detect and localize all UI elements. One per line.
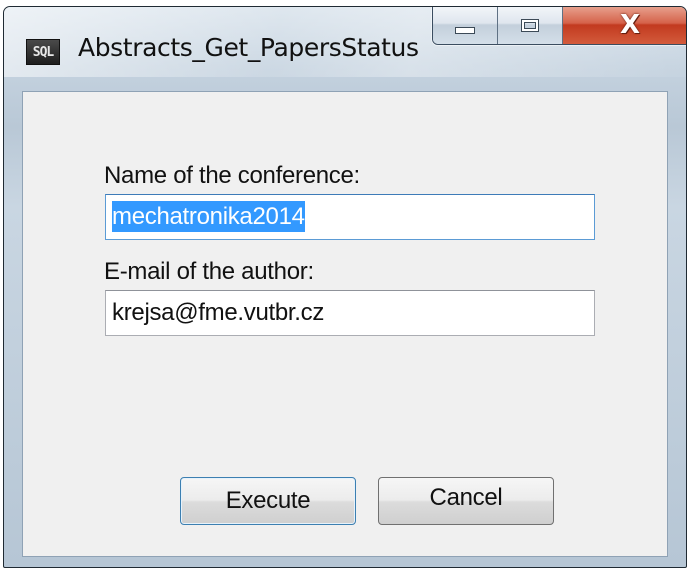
maximize-button[interactable]	[498, 7, 563, 44]
window-title: Abstracts_Get_PapersStatus	[78, 33, 419, 62]
close-icon: X	[619, 10, 641, 40]
title-bar[interactable]: SQL Abstracts_Get_PapersStatus X	[4, 7, 686, 83]
conference-name-value[interactable]: mechatronika2014	[112, 201, 305, 232]
maximize-icon	[521, 18, 539, 32]
author-email-input[interactable]: krejsa@fme.vutbr.cz	[105, 290, 595, 336]
sql-app-icon[interactable]: SQL	[26, 39, 60, 65]
execute-button[interactable]: Execute	[180, 477, 356, 525]
author-email-label: E-mail of the author:	[104, 258, 314, 285]
conference-name-input[interactable]: mechatronika2014	[105, 194, 595, 240]
cancel-button[interactable]: Cancel	[378, 477, 554, 525]
dialog-client-area: Name of the conference: mechatronika2014…	[22, 91, 668, 557]
author-email-value[interactable]: krejsa@fme.vutbr.cz	[112, 299, 324, 326]
minimize-button[interactable]	[433, 7, 498, 44]
close-button[interactable]: X	[563, 7, 686, 44]
minimize-icon	[455, 26, 475, 34]
conference-name-label: Name of the conference:	[104, 162, 360, 189]
caption-buttons: X	[432, 7, 686, 45]
dialog-window: SQL Abstracts_Get_PapersStatus X Name of…	[3, 6, 687, 568]
